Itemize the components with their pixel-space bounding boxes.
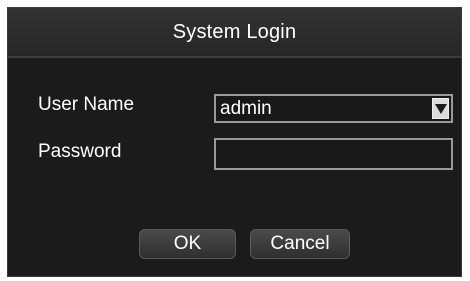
password-field[interactable] (214, 138, 453, 170)
password-label: Password (38, 141, 122, 162)
username-select[interactable]: admin (214, 94, 453, 123)
username-value: admin (220, 98, 272, 119)
chevron-down-icon[interactable] (432, 98, 449, 119)
cancel-button[interactable]: Cancel (250, 229, 350, 259)
dialog-title: System Login (172, 20, 297, 43)
dialog-titlebar[interactable]: System Login (8, 8, 461, 58)
login-dialog: System Login User Name admin Password OK… (7, 7, 462, 277)
ok-button[interactable]: OK (139, 229, 236, 259)
username-label: User Name (38, 94, 135, 115)
